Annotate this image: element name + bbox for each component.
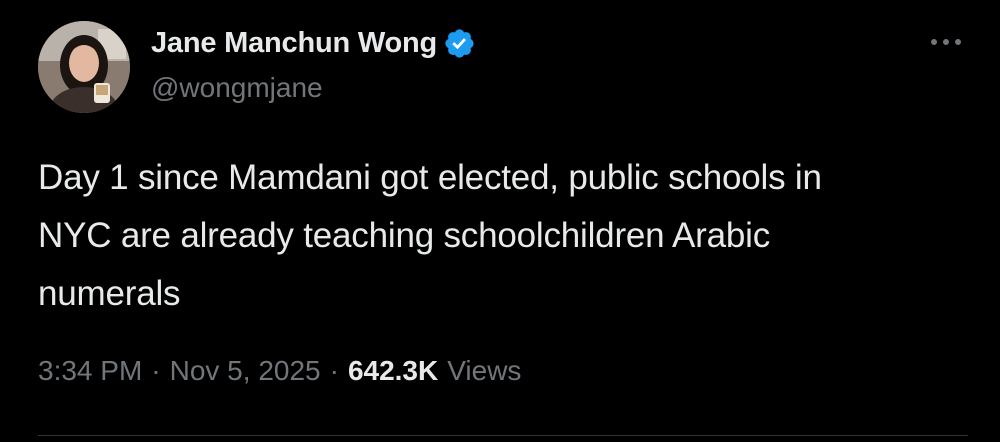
views-label[interactable]: Views <box>447 355 521 387</box>
views-count[interactable]: 642.3K <box>348 355 438 387</box>
avatar[interactable] <box>38 21 130 113</box>
meta-separator: · <box>329 355 339 386</box>
more-options-icon[interactable] <box>924 30 968 54</box>
tweet-time[interactable]: 3:34 PM <box>38 355 142 387</box>
tweet-card: Jane Manchun Wong @wongmjane Day 1 since… <box>6 4 996 440</box>
more-dot <box>931 39 937 45</box>
more-dot <box>943 39 949 45</box>
display-name-row: Jane Manchun Wong <box>151 24 476 62</box>
more-dot <box>955 39 961 45</box>
tweet-text: Day 1 since Mamdani got elected, public … <box>38 158 822 313</box>
handle[interactable]: @wongmjane <box>151 72 323 104</box>
display-name[interactable]: Jane Manchun Wong <box>151 27 437 60</box>
verified-badge-icon <box>443 27 476 60</box>
meta-separator: · <box>151 355 161 386</box>
avatar-photo <box>38 21 130 113</box>
tweet-meta: 3:34 PM · Nov 5, 2025 · 642.3K Views <box>38 355 521 387</box>
tweet-date[interactable]: Nov 5, 2025 <box>170 355 321 387</box>
divider <box>38 435 968 436</box>
